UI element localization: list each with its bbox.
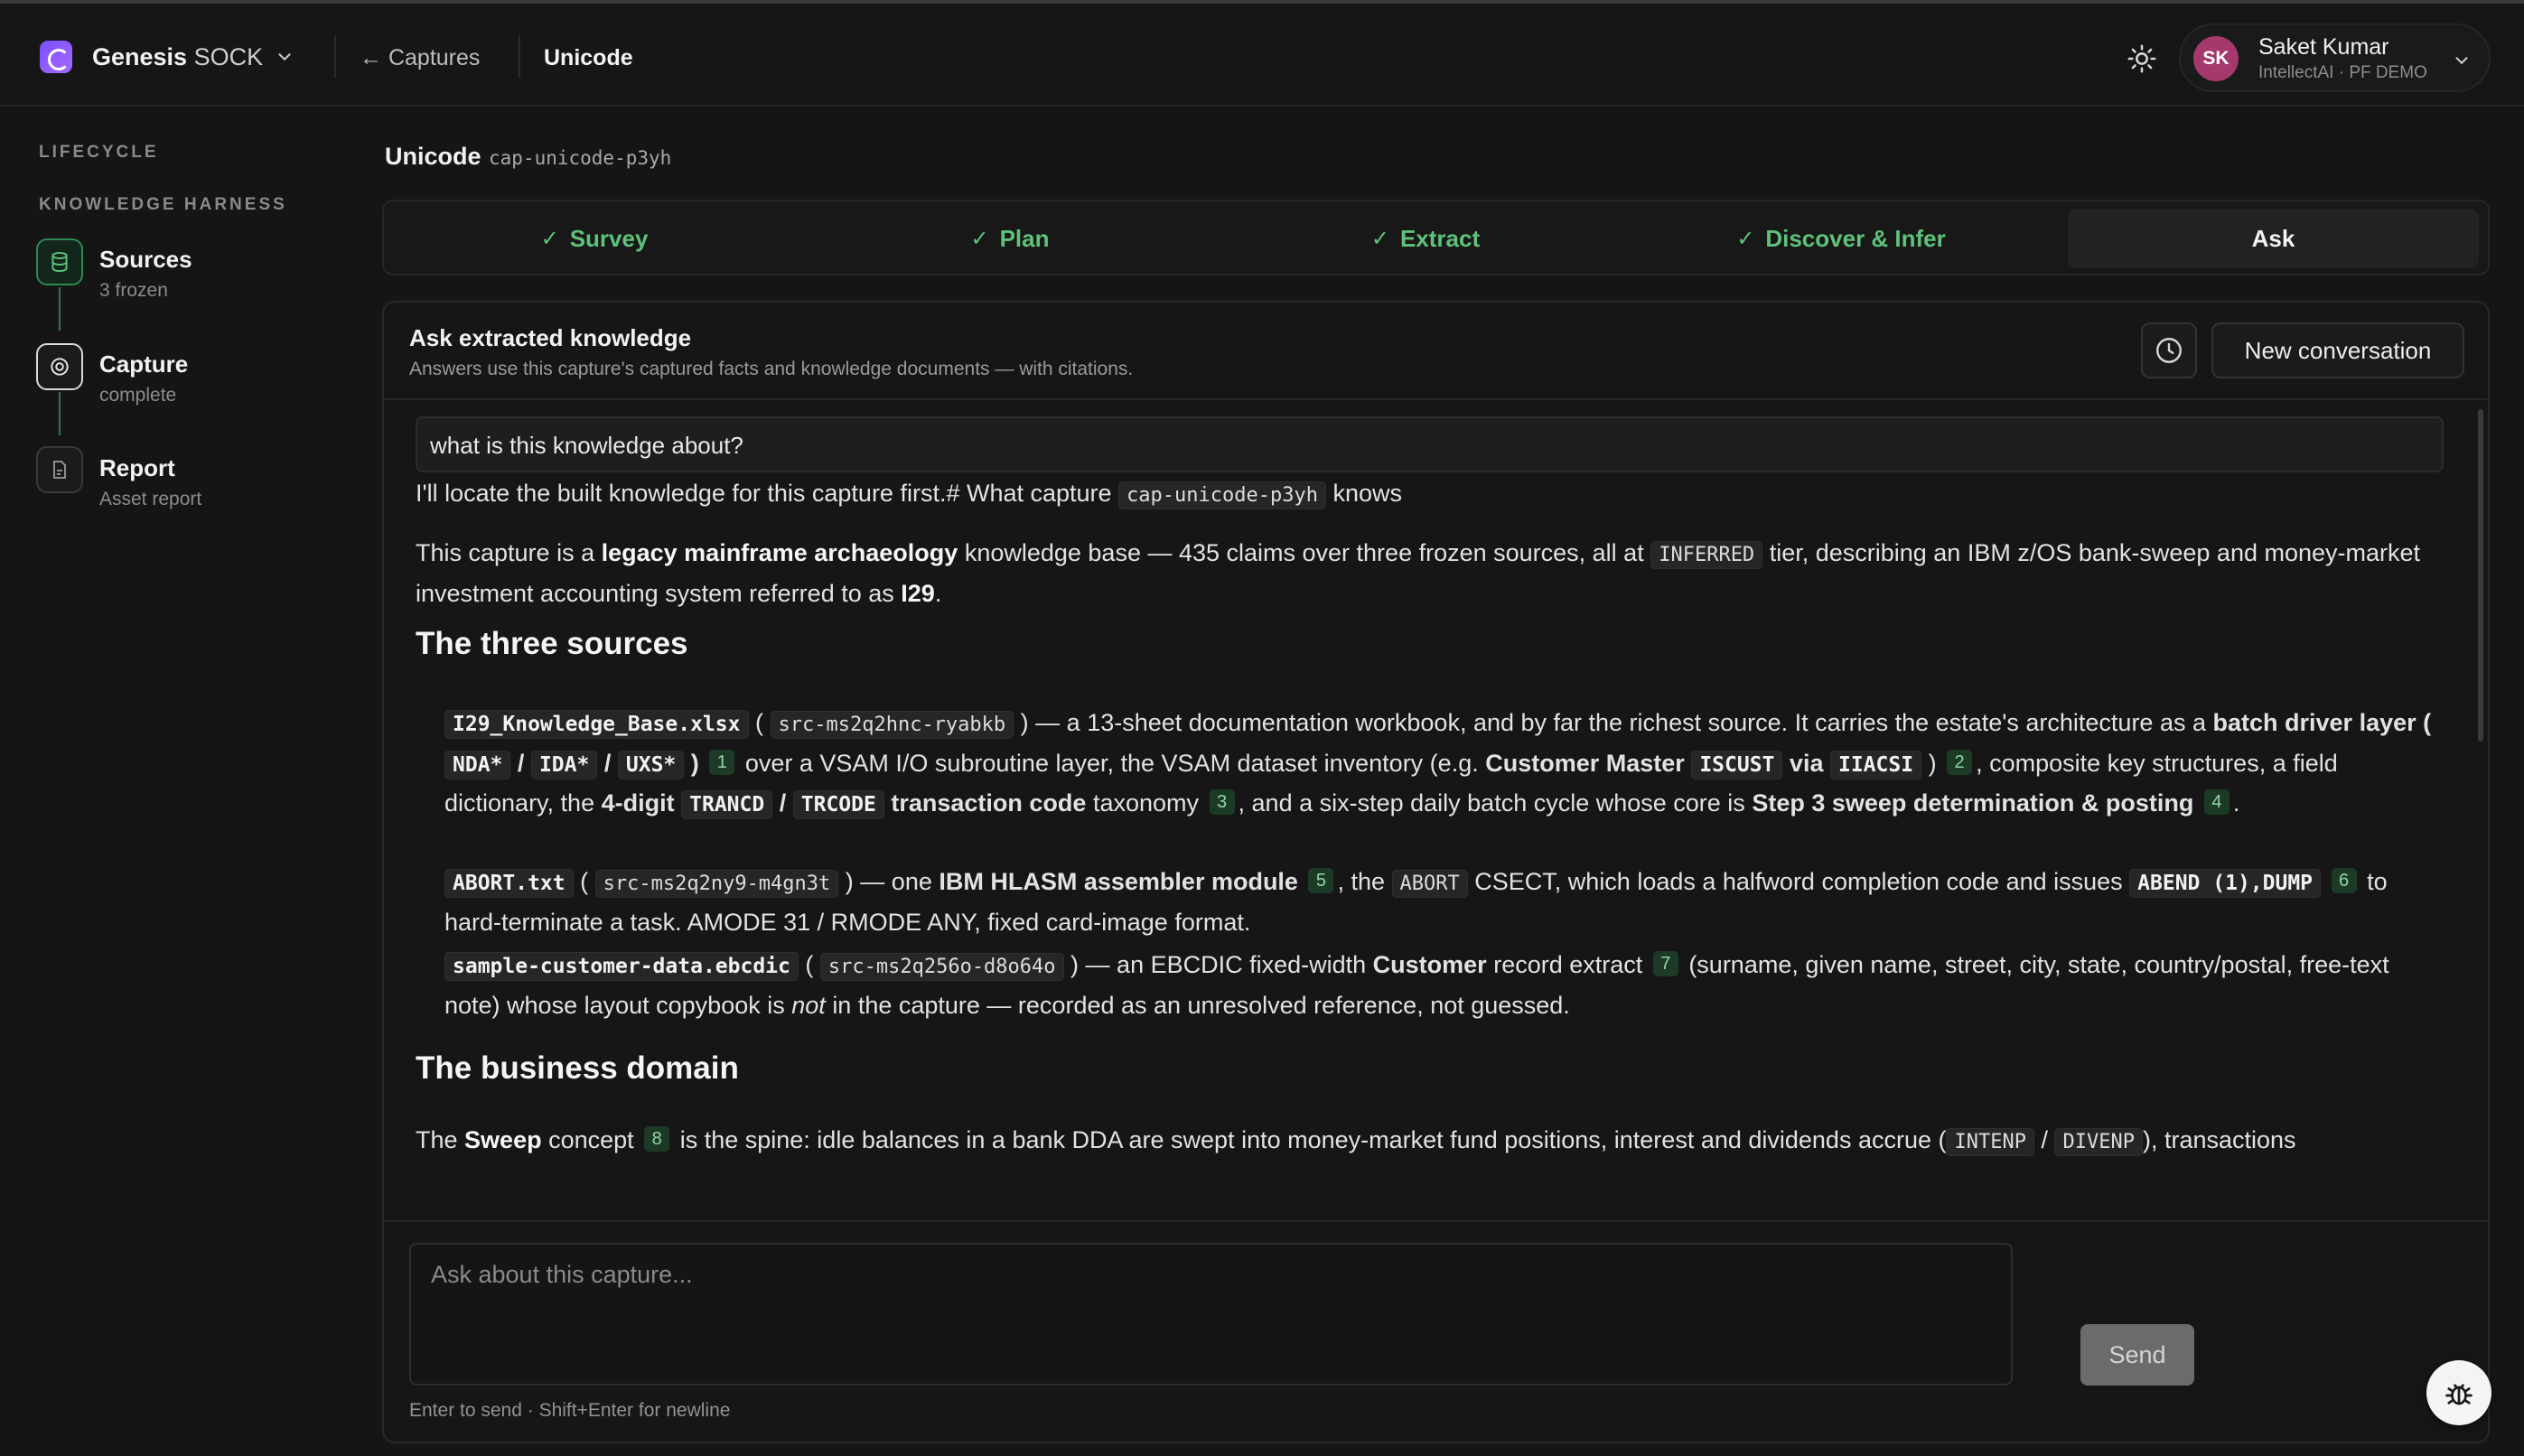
divider — [384, 1220, 2488, 1222]
citation-badge[interactable]: 7 — [1652, 951, 1678, 976]
citation-badge[interactable]: 3 — [1209, 789, 1235, 815]
sidebar-item-sub: Asset report — [99, 489, 202, 509]
user-question: what is this knowledge about? — [416, 416, 2444, 472]
sidebar-item-label: Capture — [99, 350, 189, 378]
source-item: sample-customer-data.ebcdic ( src-ms2q25… — [444, 951, 2389, 1019]
bug-icon — [2445, 1384, 2473, 1405]
panel-subtitle: Answers use this capture's captured fact… — [409, 359, 1134, 379]
check-icon: ✓ — [540, 226, 559, 251]
conversation-area: what is this knowledge about? I'll locat… — [416, 416, 2448, 1330]
bug-report-button[interactable] — [2426, 1360, 2491, 1425]
heading-domain: The business domain — [416, 1050, 739, 1086]
phase-tabs: ✓ Survey ✓ Plan ✓ Extract ✓ Discover & Infer… — [382, 200, 2490, 275]
chevron-down-icon[interactable] — [275, 47, 294, 67]
target-icon — [36, 343, 83, 390]
sidebar-section-lifecycle: LIFECYCLE — [39, 143, 159, 162]
ask-panel: Ask extracted knowledge Answers use this… — [382, 301, 2490, 1443]
sidebar-item-label: Report — [99, 454, 175, 481]
history-button[interactable] — [2141, 322, 2197, 378]
step-connector — [59, 287, 61, 331]
new-conversation-button[interactable]: New conversation — [2211, 322, 2464, 378]
tab-ask[interactable]: Ask — [2068, 209, 2479, 268]
divider — [519, 36, 520, 78]
check-icon: ✓ — [1736, 226, 1755, 251]
citation-badge[interactable]: 4 — [2203, 789, 2230, 815]
citation-badge[interactable]: 6 — [2331, 868, 2357, 893]
user-menu[interactable]: SK Saket Kumar IntellectAI · PF DEMO — [2179, 23, 2491, 92]
panel-header: Ask extracted knowledge Answers use this… — [384, 303, 2488, 400]
tab-discover-infer[interactable]: ✓ Discover & Infer — [1638, 209, 2044, 268]
sidebar-item-sub: complete — [99, 385, 177, 406]
answer-intro: I'll locate the built knowledge for this… — [416, 474, 2448, 515]
brand-name[interactable]: Genesis SOCK — [92, 43, 263, 71]
document-icon — [36, 446, 83, 493]
sidebar-item-label: Sources — [99, 246, 192, 273]
scrollbar[interactable] — [2478, 409, 2483, 742]
check-icon: ✓ — [1370, 226, 1389, 251]
page-title: Unicode — [385, 143, 481, 170]
input-hint: Enter to send · Shift+Enter for newline — [409, 1400, 731, 1421]
clock-icon — [2156, 338, 2182, 363]
send-button[interactable]: Send — [2080, 1324, 2194, 1386]
citation-badge[interactable]: 8 — [644, 1126, 670, 1152]
theme-toggle-sun-icon[interactable] — [2127, 43, 2157, 74]
divider — [334, 36, 336, 78]
top-bar: Genesis SOCK ← Captures Unicode SK Saket… — [0, 4, 2524, 107]
tab-extract[interactable]: ✓ Extract — [1222, 209, 1629, 268]
source-item: ABORT.txt ( src-ms2q2ny9-m4gn3t ) — one … — [444, 868, 2388, 936]
answer-paragraph: The Sweep concept 8 is the spine: idle b… — [416, 1121, 2448, 1162]
citation-badge[interactable]: 1 — [709, 750, 735, 775]
breadcrumb-current: Unicode — [544, 45, 633, 70]
user-org: IntellectAI · PF DEMO — [2258, 63, 2427, 82]
source-item: I29_Knowledge_Base.xlsx ( src-ms2q2hnc-r… — [444, 704, 2448, 824]
user-name: Saket Kumar — [2258, 34, 2389, 60]
arrow-left-icon: ← — [360, 45, 382, 70]
sidebar-section-knowledge-harness: KNOWLEDGE HARNESS — [39, 195, 287, 214]
chevron-down-icon — [2455, 57, 2468, 65]
back-to-captures-link[interactable]: ← Captures — [360, 45, 480, 71]
capture-id: cap-unicode-p3yh — [489, 147, 672, 169]
avatar: SK — [2193, 36, 2239, 81]
panel-title: Ask extracted knowledge — [409, 324, 692, 351]
check-icon: ✓ — [970, 226, 989, 251]
database-icon — [36, 238, 83, 285]
step-connector — [59, 392, 61, 435]
tab-plan[interactable]: ✓ Plan — [807, 209, 1213, 268]
answer-paragraph: This capture is a legacy mainframe archa… — [416, 539, 2421, 607]
citation-badge[interactable]: 5 — [1308, 868, 1334, 893]
heading-sources: The three sources — [416, 626, 688, 661]
sidebar-item-sub: 3 frozen — [99, 280, 168, 301]
citation-badge[interactable]: 2 — [1947, 750, 1973, 775]
tab-survey[interactable]: ✓ Survey — [391, 209, 798, 268]
app-logo-icon[interactable] — [40, 41, 72, 73]
ask-input[interactable]: Ask about this capture... — [409, 1243, 2013, 1386]
